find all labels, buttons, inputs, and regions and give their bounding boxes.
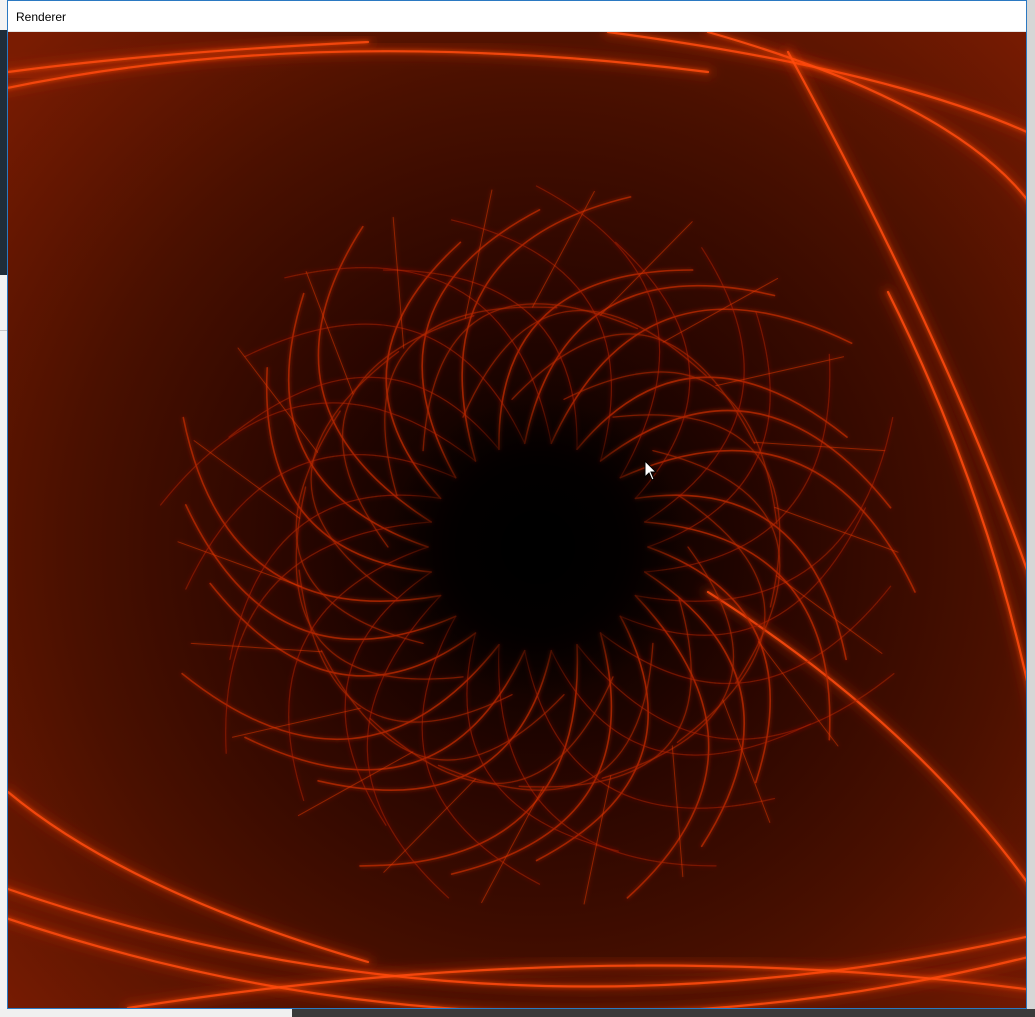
taskbar-edge	[292, 1009, 1035, 1017]
renderer-window[interactable]: Renderer	[7, 0, 1027, 1009]
render-canvas[interactable]	[8, 32, 1026, 1008]
window-titlebar[interactable]: Renderer	[8, 1, 1026, 32]
arrow-cursor-icon	[644, 460, 658, 481]
desktop-background-right	[1027, 0, 1035, 1017]
window-title: Renderer	[16, 10, 67, 24]
fractal-render	[8, 32, 1026, 1008]
